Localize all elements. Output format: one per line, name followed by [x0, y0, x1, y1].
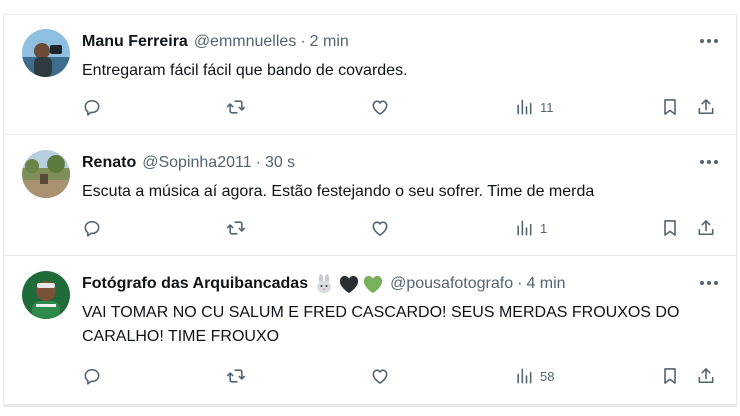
action-bar: 58: [80, 363, 726, 389]
share-icon: [698, 368, 714, 384]
views-count: 11: [540, 99, 554, 115]
bookmark-button[interactable]: [660, 94, 680, 120]
views-button[interactable]: 11: [514, 94, 554, 120]
views-icon: [517, 220, 532, 236]
action-bar: 1: [80, 215, 726, 241]
action-bar: 11: [80, 94, 726, 120]
reply-icon: [84, 99, 100, 116]
more-options-icon[interactable]: [696, 31, 722, 51]
avatar[interactable]: [22, 271, 70, 319]
share-button[interactable]: [696, 215, 716, 241]
share-icon: [698, 220, 714, 236]
share-icon: [698, 99, 714, 115]
feed-bottom-divider: [3, 405, 737, 407]
reply-icon: [84, 220, 100, 237]
reply-icon: [84, 368, 100, 385]
author-handle[interactable]: @pousafotografo: [390, 275, 513, 293]
views-button[interactable]: 1: [514, 215, 547, 241]
repost-button[interactable]: [226, 363, 246, 389]
post-header: Renato @Sopinha2011 · 30 s: [82, 152, 676, 174]
post-text: VAI TOMAR NO CU SALUM E FRED CASCARDO! S…: [82, 304, 680, 345]
post-timestamp[interactable]: 30 s: [265, 154, 295, 172]
like-button[interactable]: [370, 363, 390, 389]
separator-dot: ·: [517, 275, 523, 292]
bookmark-icon: [664, 99, 676, 115]
author-handle[interactable]: @emmnuelles: [194, 33, 297, 51]
repost-icon: [226, 369, 246, 383]
reply-button[interactable]: [82, 363, 102, 389]
more-options-icon[interactable]: [696, 152, 722, 172]
reply-button[interactable]: [82, 94, 102, 120]
post-timestamp[interactable]: 4 min: [526, 275, 565, 293]
bookmark-button[interactable]: [660, 215, 680, 241]
like-button[interactable]: [370, 215, 390, 241]
author-name[interactable]: Fotógrafo das Arquibancadas: [82, 275, 308, 293]
avatar[interactable]: [22, 29, 70, 77]
more-options-icon[interactable]: [696, 273, 722, 293]
like-icon: [372, 221, 388, 236]
separator-dot: ·: [300, 33, 306, 50]
post-text: Entregaram fácil fácil que bando de cova…: [82, 62, 408, 79]
author-handle[interactable]: @Sopinha2011: [142, 154, 251, 172]
post-timestamp[interactable]: 2 min: [310, 33, 349, 51]
share-button[interactable]: [696, 94, 716, 120]
author-name[interactable]: Manu Ferreira: [82, 33, 188, 51]
views-icon: [517, 368, 532, 384]
post-2[interactable]: Fotógrafo das Arquibancadas @pousafotogr…: [4, 257, 736, 405]
views-count: 58: [540, 368, 555, 384]
like-icon: [372, 100, 388, 115]
share-button[interactable]: [696, 363, 716, 389]
bookmark-icon: [664, 368, 676, 384]
name-emojis: [314, 274, 384, 294]
bookmark-icon: [664, 220, 676, 236]
avatar[interactable]: [22, 150, 70, 198]
repost-button[interactable]: [226, 215, 246, 241]
post-text: Escuta a música aí agora. Estão festejan…: [82, 183, 595, 200]
reply-button[interactable]: [82, 215, 102, 241]
like-button[interactable]: [370, 94, 390, 120]
green-heart-emoji: [364, 275, 383, 294]
views-count: 1: [540, 220, 548, 236]
black-heart-emoji: [340, 275, 359, 294]
post-header: Fotógrafo das Arquibancadas @pousafotogr…: [82, 273, 676, 295]
author-name[interactable]: Renato: [82, 154, 136, 172]
rabbit-emoji: [317, 274, 332, 293]
post-header: Manu Ferreira @emmnuelles · 2 min: [82, 31, 676, 53]
post-1[interactable]: Renato @Sopinha2011 · 30 s Escuta a músi…: [4, 136, 736, 256]
post-0[interactable]: Manu Ferreira @emmnuelles · 2 min Entreg…: [4, 15, 736, 135]
repost-icon: [226, 221, 246, 235]
repost-button[interactable]: [226, 94, 246, 120]
views-button[interactable]: 58: [514, 363, 554, 389]
repost-icon: [226, 100, 246, 114]
like-icon: [372, 369, 388, 384]
bookmark-button[interactable]: [660, 363, 680, 389]
separator-dot: ·: [255, 154, 261, 171]
views-icon: [517, 99, 532, 115]
